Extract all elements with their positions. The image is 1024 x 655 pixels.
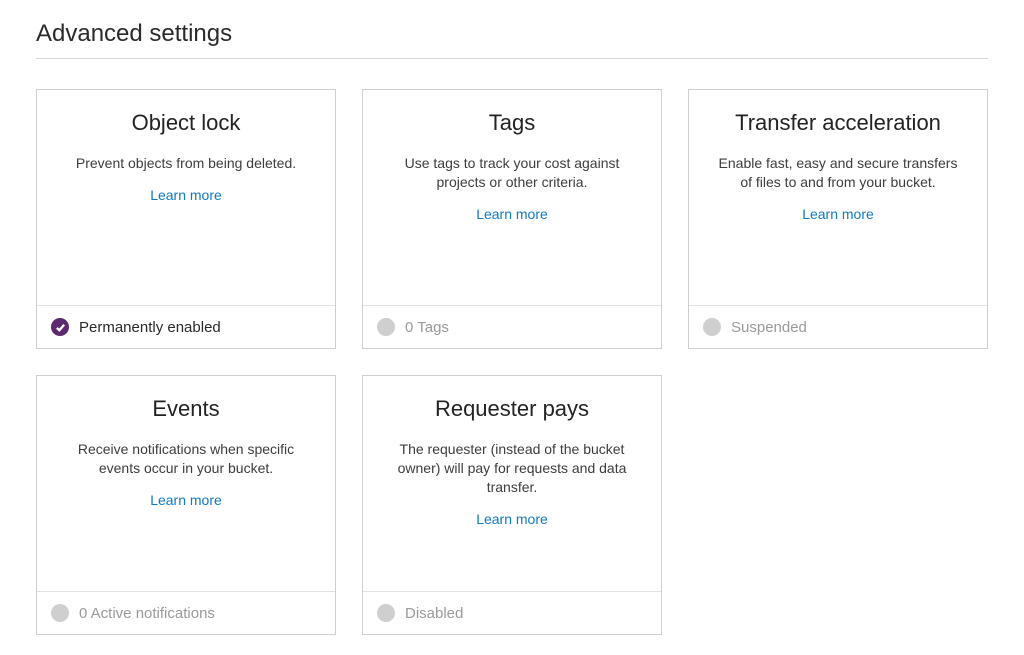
check-icon [51,318,69,336]
card-requester-pays[interactable]: Requester pays The requester (instead of… [362,375,662,635]
status-dot-icon [377,318,395,336]
learn-more-link[interactable]: Learn more [150,492,222,508]
card-title: Object lock [132,110,241,136]
card-title: Transfer acceleration [735,110,941,136]
card-footer: Permanently enabled [37,305,335,348]
card-events[interactable]: Events Receive notifications when specif… [36,375,336,635]
card-grid: Object lock Prevent objects from being d… [36,89,988,635]
card-footer: Suspended [689,305,987,348]
card-object-lock[interactable]: Object lock Prevent objects from being d… [36,89,336,349]
status-dot-icon [377,604,395,622]
card-footer: 0 Tags [363,305,661,348]
status-label: Disabled [405,605,463,622]
learn-more-link[interactable]: Learn more [476,206,548,222]
status-label: Permanently enabled [79,319,221,336]
learn-more-link[interactable]: Learn more [802,206,874,222]
card-footer: Disabled [363,591,661,634]
card-transfer-acceleration[interactable]: Transfer acceleration Enable fast, easy … [688,89,988,349]
card-title: Tags [489,110,535,136]
card-footer: 0 Active notifications [37,591,335,634]
card-body: Transfer acceleration Enable fast, easy … [689,90,987,305]
card-tags[interactable]: Tags Use tags to track your cost against… [362,89,662,349]
status-dot-icon [51,604,69,622]
card-title: Requester pays [435,396,589,422]
card-description: Use tags to track your cost against proj… [381,154,643,192]
learn-more-link[interactable]: Learn more [476,511,548,527]
learn-more-link[interactable]: Learn more [150,187,222,203]
card-description: Prevent objects from being deleted. [70,154,302,173]
status-label: Suspended [731,319,807,336]
card-description: Enable fast, easy and secure transfers o… [707,154,969,192]
status-label: 0 Tags [405,319,449,336]
card-description: Receive notifications when specific even… [55,440,317,478]
card-title: Events [152,396,219,422]
card-body: Object lock Prevent objects from being d… [37,90,335,305]
card-body: Requester pays The requester (instead of… [363,376,661,591]
status-dot-icon [703,318,721,336]
card-description: The requester (instead of the bucket own… [381,440,643,497]
status-label: 0 Active notifications [79,605,215,622]
card-body: Events Receive notifications when specif… [37,376,335,591]
section-title: Advanced settings [36,20,988,59]
card-body: Tags Use tags to track your cost against… [363,90,661,305]
